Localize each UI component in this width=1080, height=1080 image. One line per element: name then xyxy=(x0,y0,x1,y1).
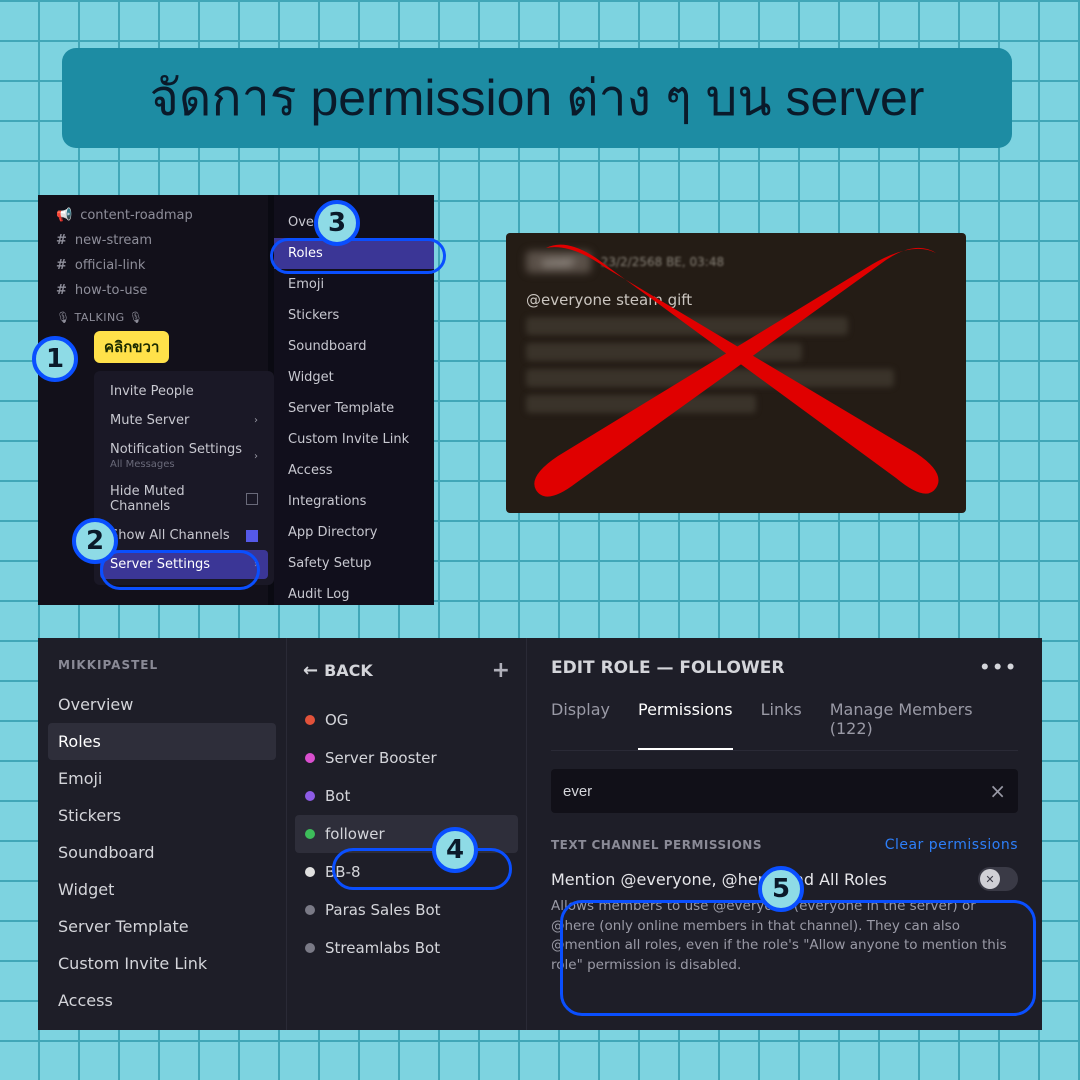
submenu-soundboard[interactable]: Soundboard xyxy=(274,331,434,362)
role-streamlabs-bot[interactable]: Streamlabs Bot xyxy=(287,929,526,967)
role-color-dot xyxy=(305,791,315,801)
role-paras-sales-bot[interactable]: Paras Sales Bot xyxy=(287,891,526,929)
channel-item[interactable]: #how-to-use xyxy=(38,278,268,303)
submenu-app-directory[interactable]: App Directory xyxy=(274,517,434,548)
server-name: MIKKIPASTEL xyxy=(38,658,286,686)
channel-item[interactable]: #new-stream xyxy=(38,228,268,253)
blurred-line xyxy=(526,317,848,335)
edit-role-header: EDIT ROLE — FOLLOWER ••• xyxy=(551,658,1018,678)
ctx-show-all[interactable]: Show All Channels xyxy=(100,521,268,550)
ctx-notification-settings[interactable]: Notification SettingsAll Messages › xyxy=(100,435,268,477)
role-color-dot xyxy=(305,829,315,839)
ctx-invite-people[interactable]: Invite People xyxy=(100,377,268,406)
role-color-dot xyxy=(305,715,315,725)
role-color-dot xyxy=(305,867,315,877)
nav-widget[interactable]: Widget xyxy=(38,871,286,908)
section-header: TEXT CHANNEL PERMISSIONS Clear permissio… xyxy=(551,837,1018,853)
hash-icon: # xyxy=(56,258,67,273)
role-color-dot xyxy=(305,753,315,763)
channel-item[interactable]: 📢content-roadmap xyxy=(38,203,268,228)
username-blurred: user xyxy=(526,251,591,273)
step-1-badge: 1 xyxy=(32,336,78,382)
blurred-line xyxy=(526,343,802,361)
nav-emoji[interactable]: Emoji xyxy=(38,760,286,797)
hash-icon: # xyxy=(56,283,67,298)
section-title: TEXT CHANNEL PERMISSIONS xyxy=(551,838,762,852)
role-server-booster[interactable]: Server Booster xyxy=(287,739,526,777)
ctx-mute-server[interactable]: Mute Server› xyxy=(100,406,268,435)
submenu-server-template[interactable]: Server Template xyxy=(274,393,434,424)
checkbox-icon[interactable] xyxy=(246,493,258,505)
nav-server-template[interactable]: Server Template xyxy=(38,908,286,945)
step-2-highlight xyxy=(100,550,260,590)
permission-title: Mention @everyone, @here, and All Roles xyxy=(551,870,887,889)
role-tabs: Display Permissions Links Manage Members… xyxy=(551,700,1018,751)
chevron-right-icon: › xyxy=(254,415,258,426)
right-click-hint: คลิกขวา xyxy=(94,331,169,363)
step-2-badge: 2 xyxy=(72,518,118,564)
step-3-highlight xyxy=(270,238,446,274)
hash-icon: # xyxy=(56,233,67,248)
nav-stickers[interactable]: Stickers xyxy=(38,797,286,834)
spam-message-example: user 23/2/2568 BE, 03:48 @everyone steam… xyxy=(506,233,966,513)
blurred-line xyxy=(526,395,756,413)
message-header: user 23/2/2568 BE, 03:48 xyxy=(506,233,966,291)
chevron-right-icon: › xyxy=(254,451,258,462)
role-color-dot xyxy=(305,905,315,915)
submenu-custom-invite[interactable]: Custom Invite Link xyxy=(274,424,434,455)
mention-everyone: @everyone xyxy=(526,291,611,309)
checkbox-checked-icon[interactable] xyxy=(246,530,258,542)
back-button[interactable]: ←BACK xyxy=(303,660,373,681)
more-options-button[interactable]: ••• xyxy=(979,658,1018,678)
message-content: @everyone steam gift xyxy=(506,291,966,309)
nav-overview[interactable]: Overview xyxy=(38,686,286,723)
step-5-badge: 5 xyxy=(758,866,804,912)
step-5-highlight xyxy=(560,900,1036,1016)
role-bot[interactable]: Bot xyxy=(287,777,526,815)
tab-manage-members[interactable]: Manage Members (122) xyxy=(830,700,1018,750)
ctx-hide-muted[interactable]: Hide Muted Channels xyxy=(100,477,268,521)
channel-item[interactable]: #official-link xyxy=(38,253,268,278)
tab-display[interactable]: Display xyxy=(551,700,610,750)
nav-custom-invite[interactable]: Custom Invite Link xyxy=(38,945,286,982)
arrow-left-icon: ← xyxy=(303,660,318,681)
add-role-button[interactable]: + xyxy=(492,658,510,683)
message-timestamp: 23/2/2568 BE, 03:48 xyxy=(601,255,724,269)
nav-roles[interactable]: Roles xyxy=(48,723,276,760)
submenu-integrations[interactable]: Integrations xyxy=(274,486,434,517)
tab-permissions[interactable]: Permissions xyxy=(638,700,733,750)
page-title: จัดการ permission ต่าง ๆ บน server xyxy=(150,59,925,138)
settings-sidebar: MIKKIPASTEL Overview Roles Emoji Sticker… xyxy=(38,638,286,1030)
roles-list-column: ←BACK + OG Server Booster Bot follower B… xyxy=(286,638,526,1030)
clear-permissions-button[interactable]: Clear permissions xyxy=(885,837,1018,853)
clear-search-button[interactable]: × xyxy=(989,779,1006,803)
step-4-badge: 4 xyxy=(432,827,478,873)
back-header: ←BACK + xyxy=(287,658,526,701)
step-4-highlight xyxy=(332,848,512,890)
edit-role-title: EDIT ROLE — FOLLOWER xyxy=(551,658,784,678)
submenu-stickers[interactable]: Stickers xyxy=(274,300,434,331)
blurred-line xyxy=(526,369,894,387)
nav-soundboard[interactable]: Soundboard xyxy=(38,834,286,871)
announcement-icon: 📢 xyxy=(56,208,72,223)
search-input[interactable] xyxy=(563,783,989,800)
submenu-safety-setup[interactable]: Safety Setup xyxy=(274,548,434,579)
title-banner: จัดการ permission ต่าง ๆ บน server xyxy=(62,48,1012,148)
step-3-badge: 3 xyxy=(314,200,360,246)
permission-search[interactable]: × xyxy=(551,769,1018,813)
role-og[interactable]: OG xyxy=(287,701,526,739)
nav-access[interactable]: Access xyxy=(38,982,286,1019)
submenu-audit-log[interactable]: Audit Log xyxy=(274,579,434,605)
submenu-access[interactable]: Access xyxy=(274,455,434,486)
tab-links[interactable]: Links xyxy=(761,700,802,750)
submenu-widget[interactable]: Widget xyxy=(274,362,434,393)
category-talking[interactable]: 🎙 TALKING 🎙 xyxy=(38,303,268,328)
role-color-dot xyxy=(305,943,315,953)
permission-toggle[interactable] xyxy=(978,867,1018,891)
